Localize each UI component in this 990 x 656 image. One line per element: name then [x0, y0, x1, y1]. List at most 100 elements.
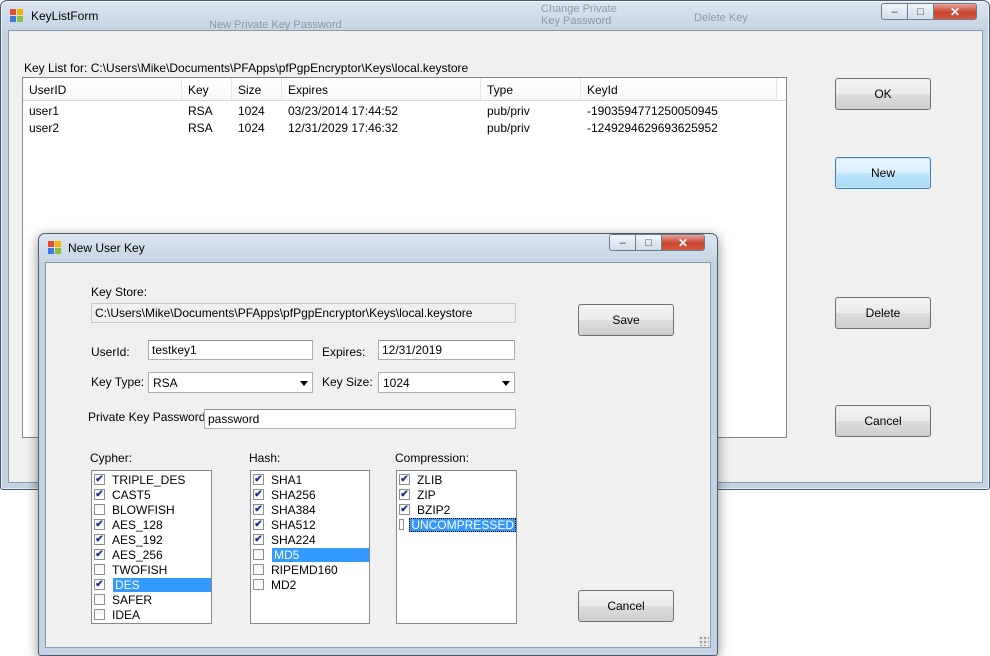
dialog-title: New User Key [68, 241, 145, 255]
checkbox[interactable] [94, 594, 105, 605]
checkmark-icon[interactable]: ✔ [399, 504, 410, 515]
checkbox[interactable] [253, 579, 264, 590]
key-size-label: Key Size: [322, 375, 373, 389]
checkmark-icon[interactable]: ✔ [94, 489, 105, 500]
list-item-label: MD2 [271, 577, 297, 592]
cancel-button[interactable]: Cancel [835, 405, 931, 437]
checkmark-icon[interactable]: ✔ [94, 519, 105, 530]
background-text-key-password: Key Password [541, 15, 612, 27]
delete-button[interactable]: Delete [835, 297, 931, 329]
compression-checklist[interactable]: ✔ ZLIB ✔ ZIP ✔ BZIP2 UNCOMPRESSED [396, 470, 517, 624]
list-item-label: SHA384 [271, 502, 316, 517]
checkmark-icon[interactable]: ✔ [253, 519, 264, 530]
new-button[interactable]: New [835, 157, 931, 189]
list-item[interactable]: TWOFISH [92, 562, 211, 577]
key-size-value: 1024 [383, 375, 410, 390]
column-header-userid[interactable]: UserID [23, 78, 182, 100]
column-header-expires[interactable]: Expires [282, 78, 481, 100]
checkbox[interactable] [94, 609, 105, 620]
list-item[interactable]: ✔ ZIP [397, 487, 516, 502]
list-item[interactable]: MD5 [251, 547, 369, 562]
list-item[interactable]: ✔ TRIPLE_DES [92, 472, 211, 487]
table-row[interactable]: user1 RSA 1024 03/23/2014 17:44:52 pub/p… [23, 102, 777, 119]
list-item[interactable]: ✔ AES_128 [92, 517, 211, 532]
list-item[interactable]: UNCOMPRESSED [397, 517, 516, 532]
checkbox[interactable] [253, 549, 264, 560]
list-item-label: SHA256 [271, 487, 316, 502]
userid-field[interactable]: testkey1 [148, 340, 313, 360]
hash-label: Hash: [249, 451, 281, 465]
list-item[interactable]: ✔ CAST5 [92, 487, 211, 502]
checkmark-icon[interactable]: ✔ [94, 474, 105, 485]
list-item[interactable]: ✔ SHA512 [251, 517, 369, 532]
save-button[interactable]: Save [578, 304, 674, 336]
checkbox[interactable] [399, 519, 405, 530]
list-item[interactable]: ✔ DES [92, 577, 211, 592]
checkmark-icon[interactable]: ✔ [399, 474, 410, 485]
expires-field[interactable]: 12/31/2019 [378, 340, 515, 360]
cell-userid: user1 [29, 104, 60, 118]
column-header-key[interactable]: Key [182, 78, 232, 100]
ok-button[interactable]: OK [835, 78, 931, 110]
expires-label: Expires: [322, 345, 366, 359]
background-text-delete-key: Delete Key [694, 12, 748, 24]
key-size-select[interactable]: 1024 [378, 372, 515, 393]
checkmark-icon[interactable]: ✔ [253, 534, 264, 545]
list-item[interactable]: ✔ SHA1 [251, 472, 369, 487]
checkmark-icon[interactable]: ✔ [399, 489, 410, 500]
list-item[interactable]: ✔ SHA384 [251, 502, 369, 517]
maximize-icon[interactable]: □ [907, 3, 933, 20]
userid-label: UserId: [91, 345, 130, 359]
list-item[interactable]: ✔ ZLIB [397, 472, 516, 487]
checkmark-icon[interactable]: ✔ [253, 489, 264, 500]
list-item[interactable]: SAFER [92, 592, 211, 607]
checkmark-icon[interactable]: ✔ [94, 579, 105, 590]
key-type-select[interactable]: RSA [148, 372, 313, 393]
cypher-checklist[interactable]: ✔ TRIPLE_DES ✔ CAST5 BLOWFISH ✔ AES_128 ✔ AES_19… [91, 470, 212, 624]
key-store-label: Key Store: [91, 285, 148, 299]
private-key-password-field[interactable]: password [204, 409, 516, 429]
maximize-icon[interactable]: □ [635, 234, 661, 251]
list-item-label: CAST5 [112, 487, 151, 502]
list-item-label: ZIP [417, 487, 436, 502]
list-item[interactable]: BLOWFISH [92, 502, 211, 517]
list-item-label: AES_256 [112, 547, 163, 562]
key-type-value: RSA [153, 375, 178, 390]
close-icon[interactable]: ✕ [661, 234, 705, 251]
list-item[interactable]: ✔ AES_256 [92, 547, 211, 562]
list-item[interactable]: ✔ AES_192 [92, 532, 211, 547]
cell-size: 1024 [238, 121, 265, 135]
resize-grip[interactable] [699, 636, 709, 646]
chevron-down-icon[interactable] [300, 380, 308, 386]
list-item[interactable]: ✔ BZIP2 [397, 502, 516, 517]
table-row[interactable]: user2 RSA 1024 12/31/2029 17:46:32 pub/p… [23, 119, 777, 136]
checkbox[interactable] [253, 564, 264, 575]
cell-expires: 03/23/2014 17:44:52 [288, 104, 399, 118]
list-item[interactable]: ✔ SHA256 [251, 487, 369, 502]
list-item[interactable]: MD2 [251, 577, 369, 592]
minimize-icon[interactable]: – [881, 3, 907, 20]
windows-form-icon[interactable] [10, 9, 24, 23]
checkbox[interactable] [94, 564, 105, 575]
hash-checklist[interactable]: ✔ SHA1 ✔ SHA256 ✔ SHA384 ✔ SHA512 ✔ SHA224 MD5 RIPE… [250, 470, 370, 624]
windows-form-icon[interactable] [48, 241, 62, 255]
checkbox[interactable] [94, 504, 105, 515]
column-header-keyid[interactable]: KeyId [581, 78, 777, 100]
close-icon[interactable]: ✕ [933, 3, 977, 20]
list-item[interactable]: IDEA [92, 607, 211, 622]
checkmark-icon[interactable]: ✔ [253, 474, 264, 485]
list-item[interactable]: RIPEMD160 [251, 562, 369, 577]
cell-key: RSA [188, 104, 213, 118]
dialog-caption-buttons: – □ ✕ [609, 234, 705, 251]
list-item-label: AES_192 [112, 532, 163, 547]
list-item-label: TWOFISH [112, 562, 168, 577]
minimize-icon[interactable]: – [609, 234, 635, 251]
list-item[interactable]: ✔ SHA224 [251, 532, 369, 547]
checkmark-icon[interactable]: ✔ [94, 549, 105, 560]
checkmark-icon[interactable]: ✔ [94, 534, 105, 545]
chevron-down-icon[interactable] [502, 380, 510, 386]
column-header-type[interactable]: Type [481, 78, 581, 100]
cancel-button[interactable]: Cancel [578, 590, 674, 622]
column-header-size[interactable]: Size [232, 78, 282, 100]
checkmark-icon[interactable]: ✔ [253, 504, 264, 515]
